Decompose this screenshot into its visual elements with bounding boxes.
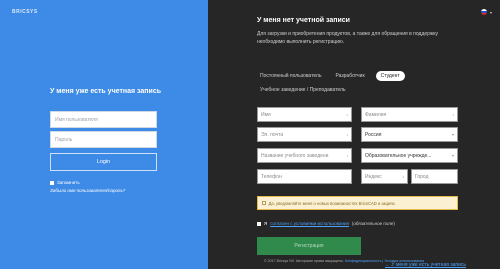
copyright-text: © 2017 Bricsys NV. Авторские права защищ… xyxy=(264,259,344,263)
phone-placeholder: Телефон xyxy=(261,174,282,180)
required-marker-icon: • xyxy=(402,174,404,179)
register-description: Для загрузки и приобретения продуктов, а… xyxy=(257,31,439,45)
remember-checkbox[interactable] xyxy=(50,180,54,185)
institution-type-value: Образовательное учрежде... xyxy=(365,153,432,159)
password-input[interactable]: Пароль xyxy=(50,131,157,148)
terms-link[interactable]: согласен с условиями использования xyxy=(270,221,349,226)
required-marker-icon: • xyxy=(452,112,454,117)
login-title: У меня уже есть учетная запись xyxy=(50,88,162,95)
remember-label: Запомнить xyxy=(57,180,80,185)
terms-agreement: Я согласен с условиями использования (об… xyxy=(257,221,395,226)
last-name-placeholder: Фамилия xyxy=(365,112,387,118)
russia-flag-icon xyxy=(480,9,487,15)
country-select[interactable]: Россия ▾ xyxy=(361,127,458,142)
chevron-down-icon: ▾ xyxy=(451,132,454,137)
terms-required-note: (обязательное поле) xyxy=(351,221,395,226)
first-name-placeholder: Имя xyxy=(261,112,271,118)
login-button[interactable]: Login xyxy=(50,153,157,171)
chevron-down-icon: ▾ xyxy=(451,153,454,158)
email-field[interactable]: Эл. почта • xyxy=(257,127,352,142)
required-marker-icon: • xyxy=(346,153,348,158)
register-button[interactable]: Регистрация xyxy=(257,237,361,255)
tab-regular-user[interactable]: Постоянный пользователь xyxy=(257,71,324,81)
terms-checkbox[interactable] xyxy=(257,221,261,226)
phone-field[interactable]: Телефон xyxy=(257,169,352,184)
bricsys-logo[interactable]: BRICSYS xyxy=(12,9,38,15)
consent-checkbox[interactable] xyxy=(262,201,266,205)
required-marker-icon: • xyxy=(346,132,348,137)
chevron-down-icon: ▾ xyxy=(489,9,492,15)
institution-name-field[interactable]: Название учебного заведени • xyxy=(257,148,352,163)
user-type-tabs: Постоянный пользователь Разработчик Студ… xyxy=(257,71,405,81)
email-placeholder: Эл. почта xyxy=(261,132,284,138)
have-account-link[interactable]: ← У меня уже есть учетная запись xyxy=(385,262,466,268)
tab-developer[interactable]: Разработчик xyxy=(332,71,367,81)
remember-me[interactable]: Запомнить xyxy=(50,180,80,185)
terms-prefix: Я xyxy=(264,221,268,226)
marketing-consent[interactable]: Да, уведомляйте меня о новых возможностя… xyxy=(257,196,458,210)
language-selector[interactable]: ▾ xyxy=(480,9,492,15)
zip-placeholder: Индекс xyxy=(365,174,382,180)
city-placeholder: Город xyxy=(415,174,429,180)
login-panel: BRICSYS У меня уже есть учетная запись И… xyxy=(0,0,208,269)
tab-educator[interactable]: Учебное заведение / Преподаватель xyxy=(260,87,346,93)
zip-field[interactable]: Индекс • xyxy=(361,169,408,184)
last-name-field[interactable]: Фамилия • xyxy=(361,107,458,122)
register-title: У меня нет учетной записи xyxy=(257,17,350,24)
username-input[interactable]: Имя пользователя xyxy=(50,111,157,128)
first-name-field[interactable]: Имя • xyxy=(257,107,352,122)
institution-name-placeholder: Название учебного заведени xyxy=(261,153,329,159)
city-field[interactable]: Город xyxy=(411,169,458,184)
country-value: Россия xyxy=(365,132,382,138)
tab-student[interactable]: Студент xyxy=(375,71,405,81)
institution-type-select[interactable]: Образовательное учрежде... ▾ xyxy=(361,148,458,163)
required-marker-icon: • xyxy=(346,112,348,117)
consent-label: Да, уведомляйте меня о новых возможностя… xyxy=(268,200,396,206)
forgot-password-link[interactable]: Забыли имя пользователя/пароль? xyxy=(50,188,125,193)
register-panel: ▾ У меня нет учетной записи Для загрузки… xyxy=(208,0,500,269)
